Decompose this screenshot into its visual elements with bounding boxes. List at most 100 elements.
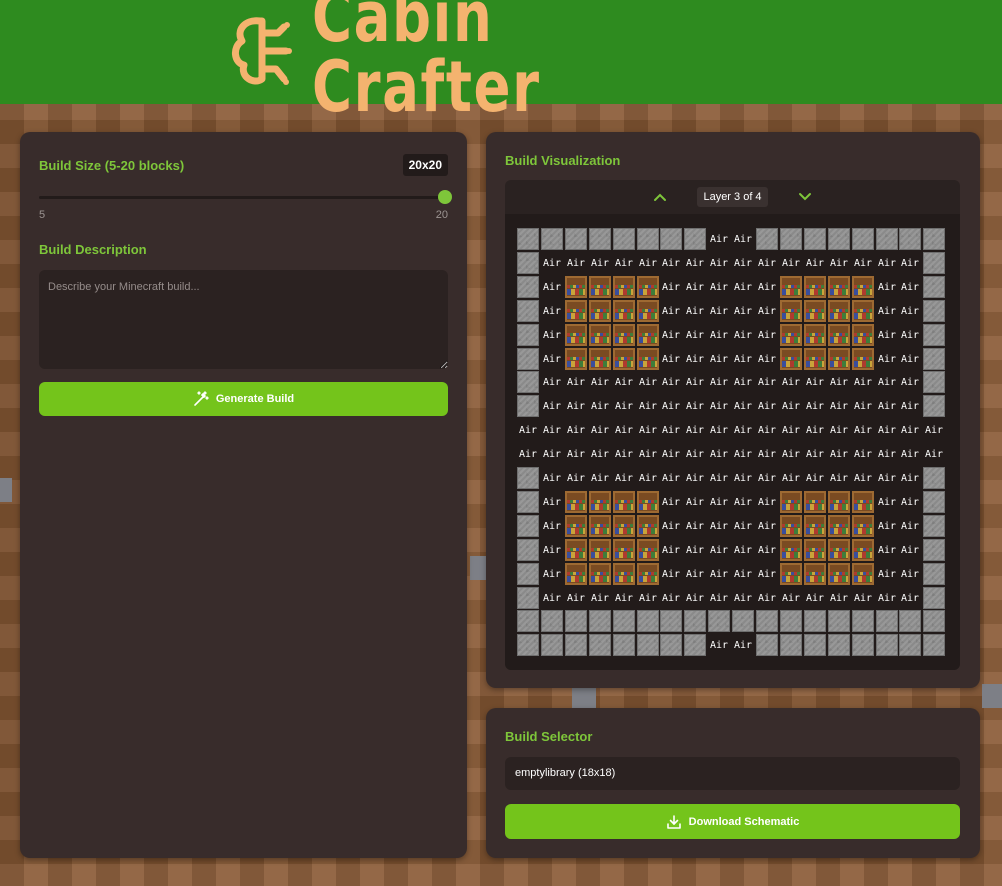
stone-block — [517, 228, 539, 250]
air-block: Air — [733, 472, 753, 484]
air-block: Air — [900, 592, 920, 604]
air-block: Air — [877, 424, 897, 436]
air-block: Air — [685, 424, 705, 436]
air-block: Air — [877, 305, 897, 317]
air-block: Air — [542, 353, 562, 365]
air-block: Air — [733, 281, 753, 293]
bookshelf-block — [804, 539, 826, 561]
air-block: Air — [757, 448, 777, 460]
air-block: Air — [733, 257, 753, 269]
air-block: Air — [709, 257, 729, 269]
stone-block — [876, 634, 898, 656]
air-block: Air — [566, 376, 586, 388]
bookshelf-block — [637, 276, 659, 298]
build-size-slider[interactable] — [39, 190, 452, 204]
bookshelf-block — [852, 348, 874, 370]
bookshelf-block — [828, 515, 850, 537]
stone-block — [517, 324, 539, 346]
stone-block — [517, 539, 539, 561]
air-block: Air — [638, 472, 658, 484]
air-block: Air — [757, 592, 777, 604]
air-block: Air — [661, 424, 681, 436]
app-header: Cabin Crafter — [0, 0, 1002, 122]
stone-block — [517, 371, 539, 393]
air-block: Air — [757, 281, 777, 293]
air-block: Air — [805, 424, 825, 436]
air-block: Air — [853, 448, 873, 460]
stone-block — [804, 634, 826, 656]
stone-block — [613, 610, 635, 632]
app-title: Cabin Crafter — [312, 0, 541, 128]
stone-block — [517, 276, 539, 298]
bookshelf-block — [637, 563, 659, 585]
air-block: Air — [542, 472, 562, 484]
air-block: Air — [805, 257, 825, 269]
build-selector-panel: Build Selector emptylibrary (18x18) Down… — [486, 708, 980, 858]
bookshelf-block — [780, 348, 802, 370]
slider-thumb[interactable] — [438, 190, 452, 204]
stone-block — [517, 563, 539, 585]
air-block: Air — [781, 424, 801, 436]
generate-build-button[interactable]: Generate Build — [39, 382, 448, 416]
air-block: Air — [542, 592, 562, 604]
air-block: Air — [900, 329, 920, 341]
bookshelf-block — [828, 539, 850, 561]
build-description-label: Build Description — [39, 242, 147, 257]
bookshelf-block — [589, 348, 611, 370]
air-block: Air — [853, 376, 873, 388]
air-block: Air — [853, 424, 873, 436]
air-block: Air — [709, 281, 729, 293]
bookshelf-block — [613, 324, 635, 346]
air-block: Air — [638, 400, 658, 412]
stone-block — [756, 610, 778, 632]
air-block: Air — [900, 376, 920, 388]
air-block: Air — [709, 520, 729, 532]
air-block: Air — [900, 568, 920, 580]
air-block: Air — [757, 424, 777, 436]
stone-block — [517, 395, 539, 417]
generate-build-label: Generate Build — [215, 393, 295, 405]
stone-block — [517, 491, 539, 513]
air-block: Air — [733, 496, 753, 508]
download-schematic-button[interactable]: Download Schematic — [505, 804, 960, 839]
bookshelf-block — [565, 515, 587, 537]
bookshelf-block — [828, 276, 850, 298]
air-block: Air — [614, 400, 634, 412]
stone-block — [899, 610, 921, 632]
air-block: Air — [661, 448, 681, 460]
build-description-input[interactable] — [39, 270, 448, 369]
stone-block — [876, 610, 898, 632]
stone-block — [923, 563, 945, 585]
air-block: Air — [518, 424, 538, 436]
air-block: Air — [709, 592, 729, 604]
brain-circuit-icon — [232, 17, 292, 85]
stone-block — [565, 610, 587, 632]
air-block: Air — [757, 568, 777, 580]
stone-block — [541, 634, 563, 656]
stone-block — [828, 610, 850, 632]
air-block: Air — [900, 305, 920, 317]
air-block: Air — [638, 424, 658, 436]
air-block: Air — [757, 329, 777, 341]
air-block: Air — [781, 257, 801, 269]
air-block: Air — [661, 376, 681, 388]
bookshelf-block — [613, 491, 635, 513]
air-block: Air — [900, 353, 920, 365]
air-block: Air — [757, 544, 777, 556]
stone-block — [780, 634, 802, 656]
air-block: Air — [853, 257, 873, 269]
bookshelf-block — [828, 300, 850, 322]
air-block: Air — [566, 424, 586, 436]
stone-block — [684, 228, 706, 250]
bookshelf-block — [637, 324, 659, 346]
bookshelf-block — [828, 563, 850, 585]
air-block: Air — [685, 376, 705, 388]
stone-block — [517, 300, 539, 322]
build-select[interactable]: emptylibrary (18x18) — [505, 757, 960, 790]
air-block: Air — [900, 424, 920, 436]
air-block: Air — [566, 400, 586, 412]
layer-navigator: Layer 3 of 4 — [505, 180, 960, 214]
stone-block — [852, 610, 874, 632]
chevron-up-icon[interactable] — [653, 192, 667, 202]
chevron-down-icon[interactable] — [798, 192, 812, 202]
